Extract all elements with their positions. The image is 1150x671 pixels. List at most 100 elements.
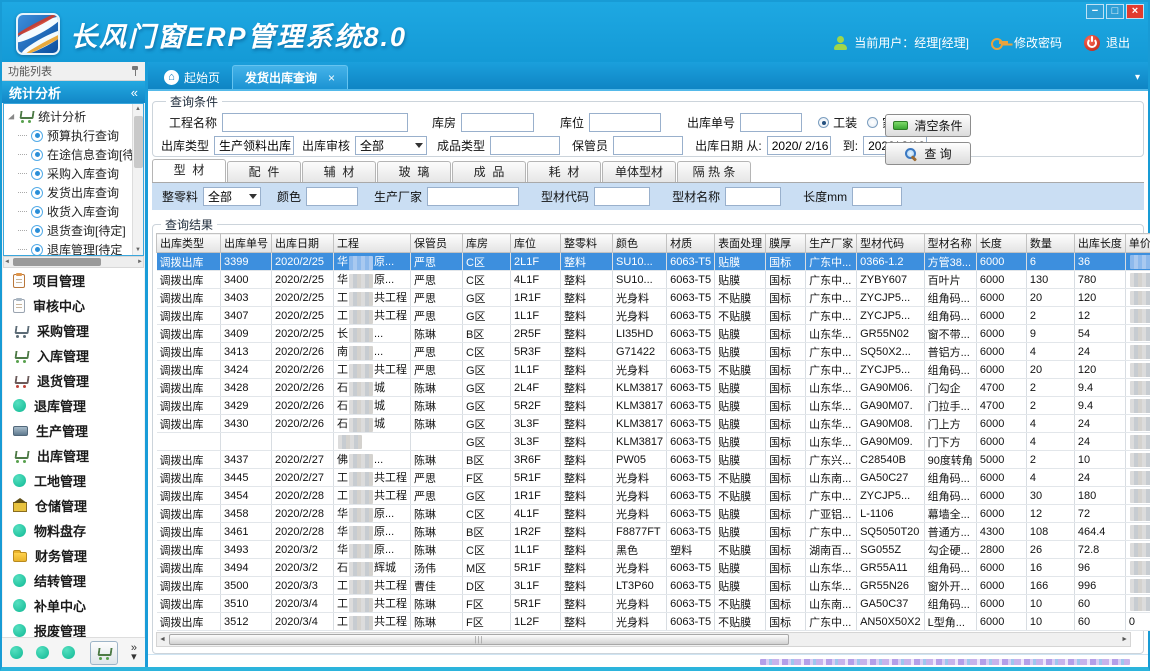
column-header[interactable]: 工程: [334, 234, 411, 253]
sidebar-menu-item[interactable]: 出库管理: [3, 443, 144, 468]
column-header[interactable]: 数量: [1026, 234, 1074, 253]
column-header[interactable]: 型材代码: [857, 234, 925, 253]
table-row[interactable]: 调拨出库34002020/2/25华原...严思C区4L1F整料SU10...6…: [157, 271, 1150, 289]
length-input[interactable]: [852, 187, 902, 206]
maximize-button[interactable]: □: [1106, 4, 1124, 19]
sidebar-menu-item[interactable]: 财务管理: [3, 543, 144, 568]
profile-name-input[interactable]: [725, 187, 781, 206]
scroll-left-icon[interactable]: ◄: [159, 636, 166, 643]
table-row[interactable]: 调拨出库34032020/2/25工共工程严思G区1R1F整料光身料6063-T…: [157, 289, 1150, 307]
cart-module-button[interactable]: [90, 641, 118, 665]
column-header[interactable]: 单价: [1125, 234, 1150, 253]
tree-item[interactable]: 采购入库查询: [8, 164, 132, 183]
outbound-type-combo[interactable]: 生产领料出库: [214, 136, 294, 155]
location-input[interactable]: [589, 113, 661, 132]
material-tab[interactable]: 耗 材: [527, 161, 601, 182]
column-header[interactable]: 保管员: [411, 234, 463, 253]
module-dot-icon[interactable]: [36, 646, 49, 659]
column-header[interactable]: 长度: [976, 234, 1026, 253]
table-row[interactable]: 调拨出库34292020/2/26石城陈琳G区5R2F整料KLM38176063…: [157, 397, 1150, 415]
sidebar-menu-item[interactable]: 生产管理: [3, 418, 144, 443]
tab-overflow-icon[interactable]: ▾: [1135, 72, 1140, 83]
collapse-icon[interactable]: «: [131, 85, 138, 100]
table-row[interactable]: 调拨出库34582020/2/28华原...陈琳C区4L1F整料光身料6063-…: [157, 505, 1150, 523]
audit-combo[interactable]: 全部: [355, 136, 427, 155]
project-name-input[interactable]: [222, 113, 408, 132]
sidebar-menu-item[interactable]: 退货管理: [3, 368, 144, 393]
table-row[interactable]: 调拨出库34072020/2/25工共工程严思G区1L1F整料光身料6063-T…: [157, 307, 1150, 325]
sidebar-menu-item[interactable]: 报废管理: [3, 618, 144, 637]
close-button[interactable]: ×: [1126, 4, 1144, 19]
change-password-link[interactable]: 修改密码: [1014, 34, 1062, 51]
tree-item[interactable]: 发货出库查询: [8, 183, 132, 202]
tree-root[interactable]: ◢ 统计分析: [8, 106, 132, 126]
table-row[interactable]: 调拨出库34942020/3/2石辉城汤伟M区5R1F整料光身料6063-T5贴…: [157, 559, 1150, 577]
tree-item[interactable]: 收货入库查询: [8, 202, 132, 221]
tree-item[interactable]: 退货查询[待定]: [8, 221, 132, 240]
scroll-thumb[interactable]: [134, 116, 143, 168]
scroll-thumb[interactable]: |||: [169, 634, 789, 645]
module-dot-icon[interactable]: [10, 646, 23, 659]
sidebar-menu-item[interactable]: 采购管理: [3, 318, 144, 343]
table-row[interactable]: 调拨出库34092020/2/25长...陈琳B区2R5F整料LI35HD606…: [157, 325, 1150, 343]
material-tab[interactable]: 成 品: [452, 161, 526, 182]
column-header[interactable]: 出库单号: [221, 234, 272, 253]
column-header[interactable]: 生产厂家: [806, 234, 857, 253]
tab-shipping-query[interactable]: 发货出库查询 ×: [232, 65, 348, 89]
maker-input[interactable]: [427, 187, 519, 206]
sidebar-menu-item[interactable]: 仓储管理: [3, 493, 144, 518]
tree-hscrollbar[interactable]: ◄ ►: [3, 256, 144, 268]
column-header[interactable]: 出库日期: [272, 234, 334, 253]
column-header[interactable]: 整零料: [561, 234, 613, 253]
material-tab[interactable]: 配 件: [227, 161, 301, 182]
scroll-down-icon[interactable]: ▼: [135, 245, 141, 255]
column-header[interactable]: 表面处理: [715, 234, 766, 253]
table-row[interactable]: 调拨出库34132020/2/26南...严思C区5R3F整料G71422606…: [157, 343, 1150, 361]
pin-icon[interactable]: [131, 65, 139, 77]
column-header[interactable]: 库房: [463, 234, 511, 253]
radio-gongzhuang[interactable]: [818, 117, 829, 128]
table-row[interactable]: 调拨出库33992020/2/25华原...严思C区2L1F整料SU10...6…: [157, 253, 1150, 271]
column-header[interactable]: 型材名称: [924, 234, 976, 253]
column-header[interactable]: 出库长度: [1074, 234, 1125, 253]
keeper-input[interactable]: [613, 136, 683, 155]
tree-expander-icon[interactable]: ◢: [8, 112, 14, 120]
table-row[interactable]: 调拨出库34372020/2/27佛...陈琳B区3R6F整料PW056063-…: [157, 451, 1150, 469]
table-row[interactable]: 调拨出库34542020/2/28工共工程严思G区1R1F整料光身料6063-T…: [157, 487, 1150, 505]
scroll-right-icon[interactable]: ►: [1121, 636, 1128, 643]
column-header[interactable]: 出库类型: [157, 234, 221, 253]
column-header[interactable]: 颜色: [613, 234, 667, 253]
section-header[interactable]: 统计分析 «: [2, 81, 145, 103]
scroll-right-icon[interactable]: ►: [137, 259, 143, 265]
date-from-picker[interactable]: 2020/ 2/16: [767, 136, 831, 155]
material-tab[interactable]: 单体型材: [602, 161, 676, 182]
scroll-thumb[interactable]: [13, 258, 101, 266]
table-hscrollbar[interactable]: ◄ ||| ►: [156, 632, 1131, 647]
profile-code-input[interactable]: [594, 187, 650, 206]
material-tab[interactable]: 辅 材: [302, 161, 376, 182]
module-dot-icon[interactable]: [62, 646, 75, 659]
table-row[interactable]: G区3L3F整料KLM38176063-T5贴膜国标山东华...GA90M09.…: [157, 433, 1150, 451]
color-input[interactable]: [306, 187, 358, 206]
sidebar-menu-item[interactable]: 审核中心: [3, 293, 144, 318]
sidebar-menu-item[interactable]: 入库管理: [3, 343, 144, 368]
sidebar-menu-item[interactable]: 补单中心: [3, 593, 144, 618]
search-button[interactable]: 查 询: [885, 142, 971, 165]
table-row[interactable]: 调拨出库35102020/3/4工共工程陈琳F区5R1F整料光身料6063-T5…: [157, 595, 1150, 613]
table-row[interactable]: 调拨出库34612020/2/28华原...陈琳B区1R2F整料F8877FT6…: [157, 523, 1150, 541]
tab-home[interactable]: 起始页: [152, 65, 232, 89]
scroll-left-icon[interactable]: ◄: [4, 259, 10, 265]
whole-part-combo[interactable]: 全部: [203, 187, 261, 206]
tree-scrollbar[interactable]: ▲ ▼: [132, 104, 143, 255]
scroll-up-icon[interactable]: ▲: [135, 104, 141, 114]
overflow-chevron[interactable]: »▾: [131, 644, 137, 662]
table-row[interactable]: 调拨出库35002020/3/3工共工程曹佳D区3L1F整料LT3P606063…: [157, 577, 1150, 595]
sidebar-menu-item[interactable]: 工地管理: [3, 468, 144, 493]
sidebar-menu-item[interactable]: 退库管理: [3, 393, 144, 418]
warehouse-input[interactable]: [461, 113, 534, 132]
sidebar-menu-item[interactable]: 结转管理: [3, 568, 144, 593]
order-no-input[interactable]: [740, 113, 802, 132]
table-row[interactable]: 调拨出库34302020/2/26石城陈琳G区3L3F整料KLM38176063…: [157, 415, 1150, 433]
table-row[interactable]: 调拨出库34932020/3/2华原...陈琳C区1L1F整料黑色塑料不贴膜国标…: [157, 541, 1150, 559]
column-header[interactable]: 材质: [667, 234, 715, 253]
